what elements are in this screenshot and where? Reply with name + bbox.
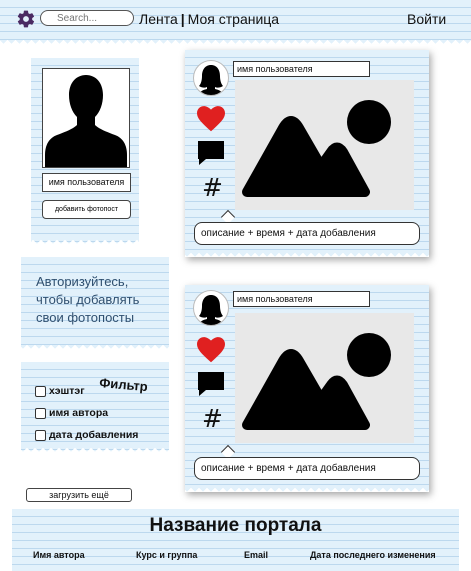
settings-icon[interactable] — [16, 9, 36, 29]
heart-icon[interactable] — [197, 106, 225, 132]
post-photo[interactable] — [235, 80, 414, 210]
hashtag-icon[interactable]: # — [202, 404, 223, 433]
filter-option-label: дата добавления — [49, 429, 139, 441]
profile-avatar — [42, 68, 130, 168]
footer-email: Email — [244, 550, 269, 560]
load-more-button[interactable]: загрузить ещё — [26, 488, 132, 502]
hashtag-icon[interactable]: # — [202, 173, 223, 202]
footer-last-modified: Дата последнего изменения — [310, 550, 436, 560]
post-photo[interactable] — [235, 313, 414, 443]
nav-feed-link[interactable]: Лента — [139, 11, 178, 27]
filter-option-hashtag[interactable]: хэштэг — [35, 385, 85, 397]
profile-username: имя пользователя — [42, 173, 131, 192]
user-silhouette-icon — [199, 295, 223, 325]
post-card: имя пользователя # описание + время + да… — [185, 285, 429, 492]
add-photopost-button[interactable]: добавить фотопост — [42, 200, 131, 219]
post-username[interactable]: имя пользователя — [233, 61, 370, 77]
portal-title: Название портала — [149, 515, 322, 536]
image-placeholder-icon — [242, 333, 391, 430]
filter-option-label: имя автора — [49, 407, 109, 419]
post-caption: описание + время + дата добавления — [194, 457, 420, 480]
post-author-avatar[interactable] — [193, 290, 229, 326]
filter-option-label: хэштэг — [49, 385, 85, 397]
footer-course-group: Курс и группа — [136, 550, 198, 560]
heart-icon[interactable] — [197, 337, 225, 363]
post-username[interactable]: имя пользователя — [233, 291, 370, 307]
date-checkbox[interactable] — [35, 429, 46, 441]
author-checkbox[interactable] — [35, 407, 46, 419]
search-input[interactable] — [40, 10, 134, 26]
auth-note-text: Авторизуйтесь, чтобы добавлять свои фото… — [36, 274, 140, 325]
login-link[interactable]: Войти — [407, 11, 446, 27]
nav-my-page-link[interactable]: Моя страница — [188, 11, 279, 27]
nav-separator: | — [180, 11, 185, 27]
user-silhouette-icon — [45, 75, 127, 167]
main-nav: Лента | Моя страница — [139, 11, 279, 27]
post-author-avatar[interactable] — [193, 60, 229, 96]
filter-option-date[interactable]: дата добавления — [35, 429, 138, 441]
filter-option-author[interactable]: имя автора — [35, 407, 108, 419]
post-caption: описание + время + дата добавления — [194, 222, 420, 245]
user-silhouette-icon — [199, 65, 223, 95]
comment-icon[interactable] — [197, 371, 225, 397]
hashtag-checkbox[interactable] — [35, 385, 46, 397]
comment-icon[interactable] — [197, 140, 225, 166]
footer-author-name: Имя автора — [33, 550, 85, 560]
image-placeholder-icon — [242, 100, 391, 197]
post-card: имя пользователя # описание + время + да… — [185, 50, 429, 257]
